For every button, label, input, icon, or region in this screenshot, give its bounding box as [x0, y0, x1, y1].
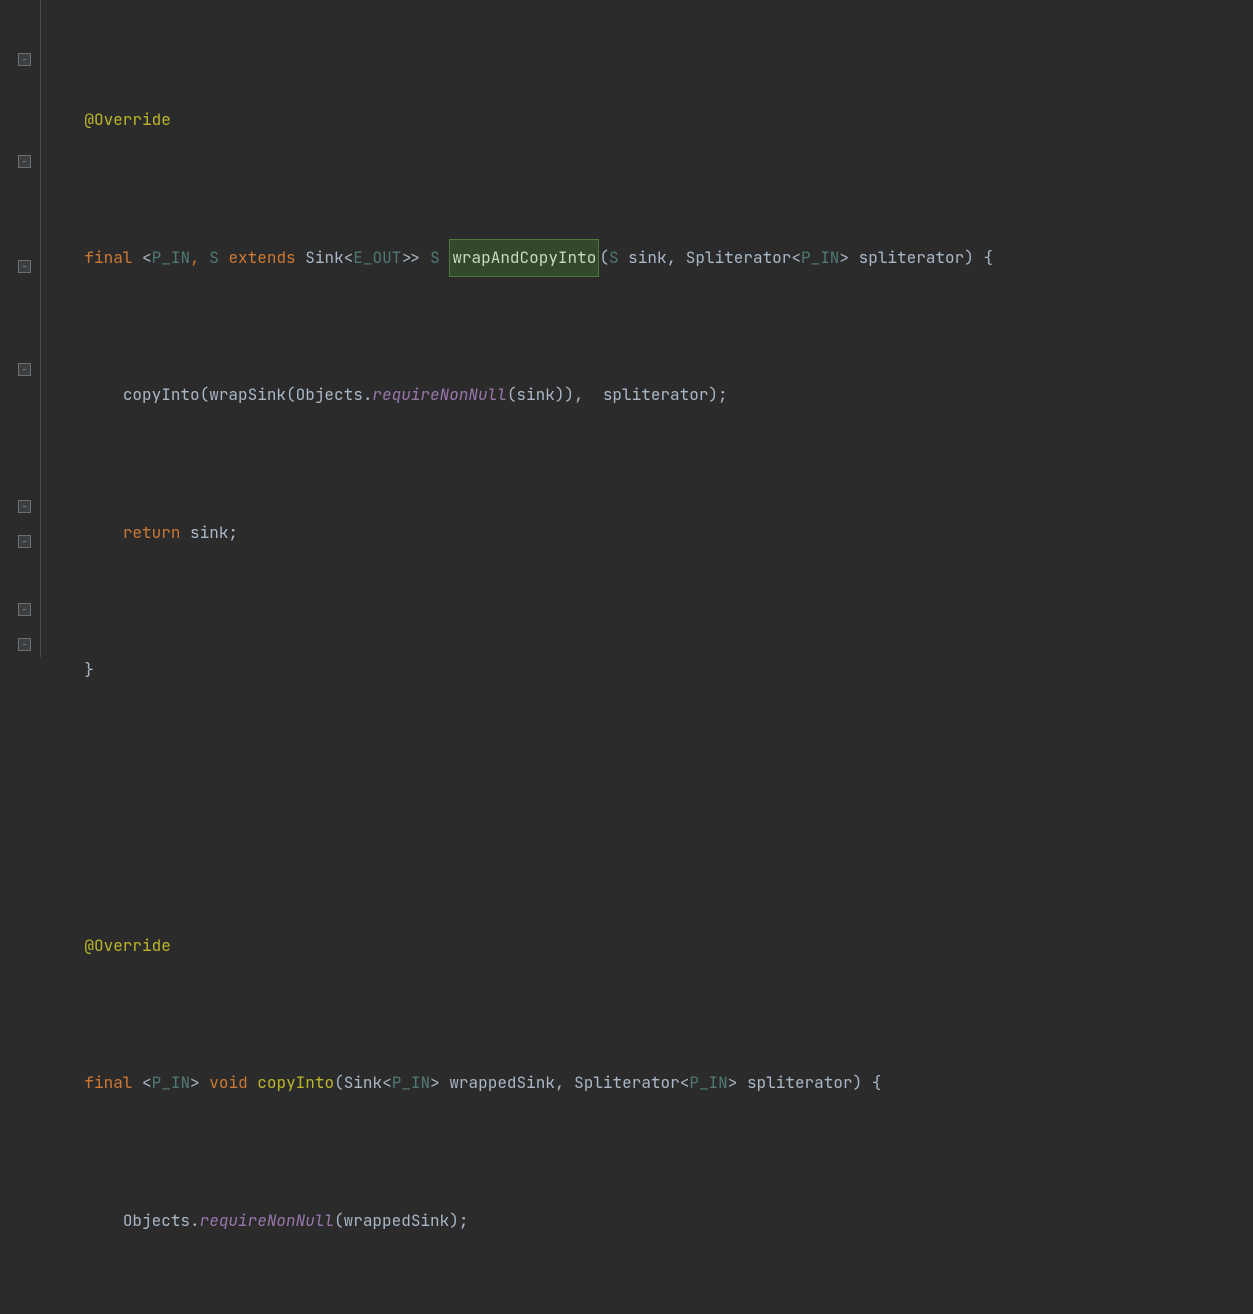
fold-icon[interactable] [18, 363, 31, 376]
code-editor[interactable]: @Override final <P_IN, S extends Sink<E_… [0, 0, 1253, 657]
code-area[interactable]: @Override final <P_IN, S extends Sink<E_… [40, 0, 1253, 657]
annotation: @Override [84, 103, 170, 137]
fold-icon[interactable] [18, 260, 31, 273]
fold-icon[interactable] [18, 500, 31, 513]
highlighted-method: wrapAndCopyInto [449, 239, 599, 277]
code-line[interactable]: final <P_IN> void copyInto(Sink<P_IN> wr… [46, 1066, 1253, 1100]
code-line[interactable]: final <P_IN, S extends Sink<E_OUT>> S wr… [46, 241, 1253, 275]
code-line[interactable] [46, 791, 1253, 825]
fold-icon[interactable] [18, 535, 31, 548]
fold-icon[interactable] [18, 638, 31, 651]
code-line[interactable]: @Override [46, 103, 1253, 137]
code-line[interactable]: Objects.requireNonNull(wrappedSink); [46, 1204, 1253, 1238]
fold-icon[interactable] [18, 603, 31, 616]
annotation: @Override [84, 929, 170, 963]
code-line[interactable]: return sink; [46, 516, 1253, 550]
gutter [0, 0, 40, 657]
code-line[interactable]: copyInto(wrapSink(Objects.requireNonNull… [46, 378, 1253, 412]
code-line[interactable]: } [46, 653, 1253, 687]
fold-icon[interactable] [18, 53, 31, 66]
fold-icon[interactable] [18, 155, 31, 168]
code-line[interactable]: @Override [46, 929, 1253, 963]
